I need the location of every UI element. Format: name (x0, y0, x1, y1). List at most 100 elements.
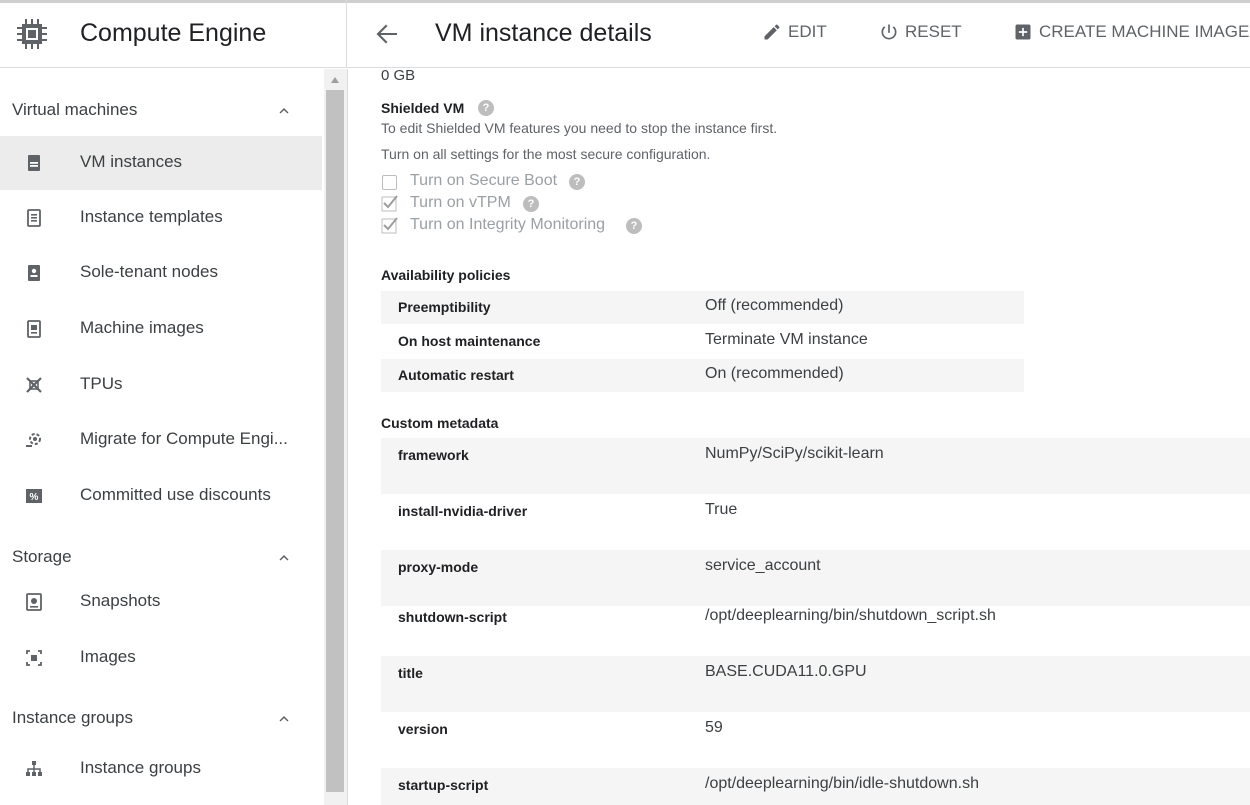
shielded-vm-note: To edit Shielded VM features you need to… (381, 120, 778, 136)
snapshot-icon (26, 593, 42, 611)
help-icon[interactable]: ? (626, 218, 642, 234)
percent-icon: % (26, 489, 42, 503)
row-value: /opt/deeplearning/bin/shutdown_script.sh (705, 607, 996, 624)
chevron-up-icon[interactable] (275, 102, 293, 120)
sidebar-item-instance-templates[interactable]: Instance templates (0, 191, 322, 245)
availability-policies-heading: Availability policies (381, 267, 511, 283)
sidebar-item-committed-use-discounts[interactable]: % Committed use discounts (0, 469, 322, 523)
sidebar-item-label: Images (80, 647, 136, 666)
row-key: framework (398, 447, 469, 463)
sidebar-item-snapshots[interactable]: Snapshots (0, 575, 322, 629)
row-key: startup-script (398, 777, 489, 793)
row-key: proxy-mode (398, 559, 479, 575)
help-icon[interactable]: ? (569, 174, 585, 190)
row-value: True (705, 501, 738, 518)
machine-image-icon (27, 320, 41, 338)
row-value: On (recommended) (705, 365, 844, 382)
row-value: NumPy/SciPy/scikit-learn (705, 445, 884, 462)
sidebar-item-label: Instance groups (80, 758, 201, 777)
pencil-icon (764, 24, 780, 40)
table-row: shutdown-script /opt/deeplearning/bin/sh… (381, 600, 1250, 656)
sidebar-item-migrate[interactable]: Migrate for Compute Engi... (0, 413, 322, 467)
table-row: proxy-mode service_account (381, 550, 1250, 606)
row-value: Off (recommended) (705, 297, 844, 314)
sidebar-item-images[interactable]: Images (0, 631, 322, 685)
sidebar-item-sole-tenant-nodes[interactable]: Sole-tenant nodes (0, 246, 322, 300)
row-value: /opt/deeplearning/bin/idle-shutdown.sh (705, 775, 979, 792)
sidebar-section-storage: Storage (12, 547, 72, 566)
sidebar-item-label: VM instances (80, 152, 183, 171)
row-key: version (398, 721, 448, 737)
sidebar-item-label: Snapshots (80, 591, 161, 610)
reset-button[interactable]: RESET (879, 22, 962, 42)
table-row: install-nvidia-driver True (381, 494, 1250, 550)
sidebar: Virtual machines VM instances Instance t… (0, 69, 324, 805)
sole-tenant-icon (28, 265, 40, 281)
disk-size-value: 0 GB (381, 69, 416, 84)
migrate-icon (26, 433, 41, 447)
template-icon (27, 209, 41, 227)
sidebar-item-vm-instances[interactable]: VM instances (0, 136, 322, 190)
row-key: install-nvidia-driver (398, 503, 528, 519)
back-arrow-icon[interactable] (373, 20, 401, 48)
shielded-vm-heading: Shielded VM (381, 100, 465, 116)
images-icon (26, 650, 42, 666)
scrollbar-thumb[interactable] (326, 90, 344, 792)
secure-boot-checkbox[interactable] (382, 175, 397, 190)
custom-metadata-heading: Custom metadata (381, 415, 499, 431)
sidebar-item-machine-images[interactable]: Machine images (0, 302, 322, 356)
sidebar-item-label: Sole-tenant nodes (80, 262, 218, 281)
create-machine-image-button[interactable]: CREATE MACHINE IMAGE (1013, 22, 1249, 42)
table-row: Preemptibility Off (recommended) (381, 291, 1024, 324)
secure-boot-label: Turn on Secure Boot (410, 172, 558, 189)
power-icon (881, 24, 897, 40)
row-key: shutdown-script (398, 609, 507, 625)
edit-label: EDIT (788, 22, 827, 41)
compute-engine-icon (17, 19, 47, 49)
table-row: title BASE.CUDA11.0.GPU (381, 656, 1250, 712)
vtpm-label: Turn on vTPM (410, 194, 511, 211)
instance-groups-icon (26, 761, 42, 776)
table-row: On host maintenance Terminate VM instanc… (381, 325, 1024, 358)
svg-text:%: % (30, 492, 39, 503)
main-content: 0 GB Shielded VM ? To edit Shielded VM f… (348, 69, 1250, 805)
integrity-checkbox-checked-icon[interactable] (381, 216, 399, 234)
table-row: framework NumPy/SciPy/scikit-learn (381, 438, 1250, 494)
create-machine-image-label: CREATE MACHINE IMAGE (1039, 22, 1250, 41)
sidebar-section-instance-groups: Instance groups (12, 708, 133, 727)
shielded-vm-note: Turn on all settings for the most secure… (381, 146, 711, 162)
sidebar-item-label: Migrate for Compute Engi... (80, 429, 288, 448)
row-key: Automatic restart (398, 367, 514, 383)
sidebar-item-label: Machine images (80, 318, 204, 337)
app-title: Compute Engine (80, 19, 267, 47)
edit-button[interactable]: EDIT (762, 22, 827, 42)
table-row: version 59 (381, 712, 1250, 768)
add-box-icon (1015, 24, 1031, 40)
sidebar-section-virtual-machines: Virtual machines (12, 100, 138, 119)
sidebar-item-instance-groups[interactable]: Instance groups (0, 742, 322, 796)
sidebar-item-tpus[interactable]: TPUs (0, 358, 322, 412)
vm-instance-icon (28, 155, 40, 171)
row-key: title (398, 665, 423, 681)
scroll-up-arrow-icon[interactable] (330, 76, 340, 84)
tpu-icon (26, 377, 42, 393)
help-icon[interactable]: ? (523, 196, 539, 212)
row-value: 59 (705, 719, 723, 736)
reset-label: RESET (905, 22, 962, 41)
row-value: Terminate VM instance (705, 331, 868, 348)
top-bar: Compute Engine VM instance details EDIT … (0, 0, 1250, 68)
row-value: service_account (705, 557, 821, 574)
product-header: Compute Engine (0, 0, 347, 68)
help-icon[interactable]: ? (478, 100, 494, 116)
integrity-monitoring-label: Turn on Integrity Monitoring (410, 216, 606, 233)
chevron-up-icon[interactable] (275, 710, 293, 728)
page-title: VM instance details (435, 19, 652, 47)
sidebar-item-label: Instance templates (80, 207, 223, 226)
table-row: startup-script /opt/deeplearning/bin/idl… (381, 768, 1250, 805)
row-key: On host maintenance (398, 333, 541, 349)
chevron-up-icon[interactable] (275, 549, 293, 567)
table-row: Automatic restart On (recommended) (381, 359, 1024, 392)
vtpm-checkbox-checked-icon[interactable] (381, 194, 399, 212)
row-value: BASE.CUDA11.0.GPU (705, 663, 867, 680)
sidebar-item-label: TPUs (80, 374, 123, 393)
